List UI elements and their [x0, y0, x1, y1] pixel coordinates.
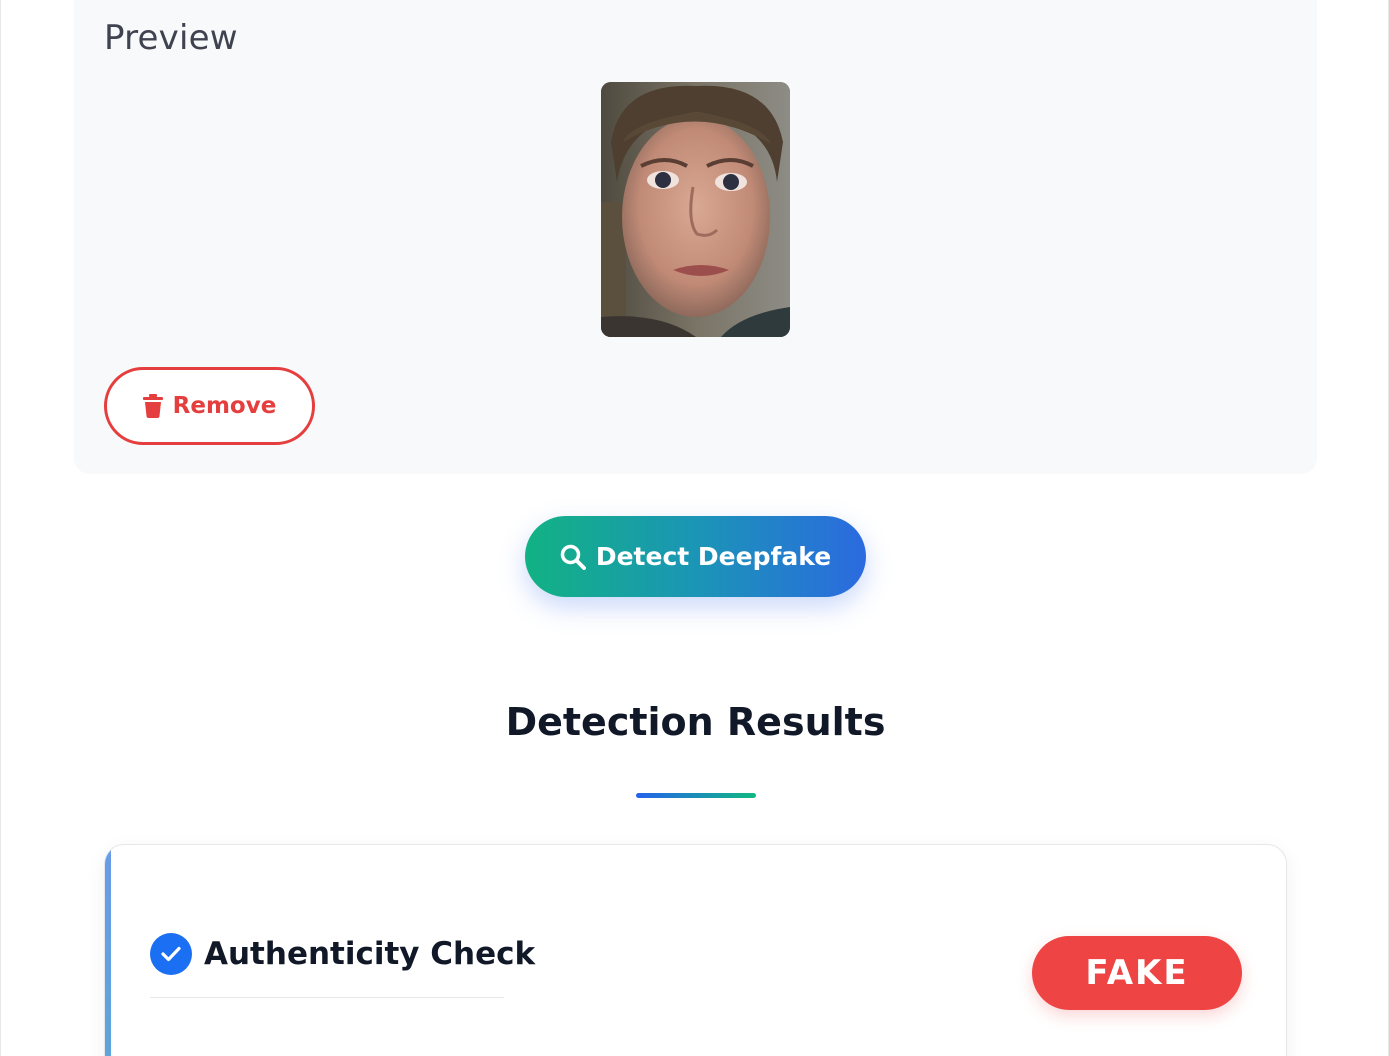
remove-button-label: Remove [172, 393, 277, 419]
face-photo [601, 82, 790, 337]
results-title: Detection Results [505, 700, 886, 744]
remove-button[interactable]: Remove [104, 367, 315, 445]
preview-title: Preview [104, 18, 238, 58]
search-icon [560, 544, 586, 570]
authenticity-result-card: Authenticity Check FAKE [104, 844, 1287, 1056]
results-title-underline [636, 793, 756, 798]
page: Preview Remove Detect Deepfake Detection… [0, 0, 1389, 1056]
trash-icon [142, 394, 163, 418]
check-header: Authenticity Check [150, 933, 535, 975]
check-circle-icon [150, 933, 192, 975]
card-accent-bar [105, 845, 111, 1056]
check-divider [150, 997, 504, 998]
detect-deepfake-button[interactable]: Detect Deepfake [525, 516, 866, 597]
detect-button-label: Detect Deepfake [595, 542, 832, 571]
preview-image [601, 82, 790, 337]
check-title: Authenticity Check [204, 936, 536, 972]
verdict-badge: FAKE [1032, 936, 1242, 1010]
